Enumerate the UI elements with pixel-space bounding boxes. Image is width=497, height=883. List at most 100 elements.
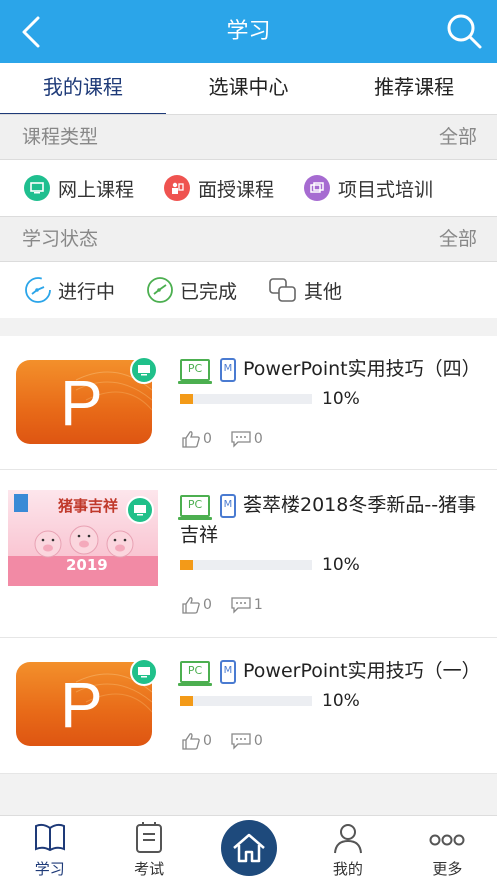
comment-icon (231, 597, 251, 614)
course-type-all-button[interactable]: 全部 (439, 115, 477, 159)
online-course-badge-icon (126, 496, 154, 524)
course-title: PowerPoint实用技巧（一） (243, 660, 481, 682)
comment-button[interactable]: 0 (230, 430, 263, 448)
filter-other[interactable]: 其他 (268, 262, 342, 318)
ppt-letter: P (60, 367, 103, 439)
tab-study[interactable]: 学习 (0, 816, 99, 883)
progress-fill (180, 394, 194, 404)
like-button[interactable]: 0 (181, 430, 212, 448)
list-bottom-spacer (0, 774, 497, 815)
mobile-tag-icon: M (220, 660, 236, 684)
exam-icon (136, 822, 163, 853)
tab-exam-label: 考试 (134, 860, 165, 878)
tab-recommended[interactable]: 推荐课程 (331, 63, 497, 114)
filter-project-training-label: 项目式培训 (338, 178, 434, 201)
tab-home[interactable] (199, 816, 298, 883)
home-icon (232, 833, 265, 863)
in-progress-icon (25, 277, 51, 303)
course-title: PowerPoint实用技巧（四） (243, 358, 481, 380)
pc-tag-icon: PC (178, 359, 212, 384)
bottom-tab-bar: 学习 考试 我的 更多 (0, 815, 497, 883)
like-button[interactable]: 0 (181, 732, 212, 750)
home-button[interactable] (220, 820, 277, 876)
progress-percent: 10% (322, 691, 360, 711)
book-icon (34, 823, 65, 852)
tab-more-label: 更多 (432, 860, 463, 878)
like-count: 0 (203, 733, 212, 749)
section-divider (0, 318, 497, 336)
completed-icon (147, 277, 173, 303)
course-stats: 0 1 (181, 596, 281, 614)
course-stats: 0 0 (181, 732, 281, 750)
course-item[interactable]: P PC M PowerPoint实用技巧（一） 10% 0 0 (0, 638, 497, 774)
tab-study-label: 学习 (34, 860, 65, 878)
comment-count: 1 (253, 597, 263, 613)
other-icon (269, 278, 296, 302)
page-title: 学习 (226, 19, 271, 44)
tab-mine[interactable]: 我的 (298, 816, 397, 883)
course-type-header: 课程类型 全部 (0, 114, 497, 160)
study-status-label: 学习状态 (22, 228, 99, 250)
classroom-icon (164, 175, 190, 201)
filter-classroom-course[interactable]: 面授课程 (164, 160, 274, 216)
more-icon (429, 834, 465, 846)
tab-my-courses[interactable]: 我的课程 (0, 63, 166, 116)
progress-bar (180, 394, 312, 404)
tab-mine-label: 我的 (332, 860, 363, 878)
filter-other-label: 其他 (304, 280, 343, 303)
filter-online-course-label: 网上课程 (58, 178, 135, 201)
platform-tags: PC M (178, 358, 236, 384)
online-course-badge-icon (130, 356, 158, 384)
search-icon[interactable] (445, 12, 483, 50)
filter-in-progress-label: 进行中 (58, 280, 116, 303)
course-thumbnail: P (16, 356, 158, 444)
progress-fill (180, 696, 194, 706)
comment-button[interactable]: 1 (230, 596, 263, 614)
mobile-tag-icon: M (220, 358, 236, 382)
filter-classroom-course-label: 面授课程 (198, 178, 275, 201)
study-status-header: 学习状态 全部 (0, 216, 497, 262)
filter-project-training[interactable]: 项目式培训 (304, 160, 433, 216)
like-count: 0 (203, 597, 212, 613)
course-thumbnail: 猪事吉祥 2019 (8, 490, 158, 586)
course-tabs: 我的课程 选课中心 推荐课程 (0, 63, 497, 116)
app-header: 学习 (0, 0, 497, 63)
comment-icon (231, 431, 251, 448)
pc-tag-icon: PC (178, 661, 212, 686)
comment-count: 0 (253, 431, 263, 447)
filter-completed[interactable]: 已完成 (146, 262, 237, 318)
thumbs-up-icon (182, 431, 200, 448)
study-status-filters: 进行中 已完成 其他 (0, 262, 497, 318)
course-type-filters: 网上课程 面授课程 项目式培训 (0, 160, 497, 216)
filter-online-course[interactable]: 网上课程 (24, 160, 134, 216)
progress-percent: 10% (322, 389, 360, 409)
ppt-letter: P (60, 669, 103, 741)
course-title: 荟萃楼2018冬季新品--猪事吉祥 (180, 494, 477, 546)
monitor-icon (24, 175, 50, 201)
tab-exam[interactable]: 考试 (99, 816, 198, 883)
comment-count: 0 (253, 733, 263, 749)
progress-bar (180, 696, 312, 706)
progress-fill (180, 560, 194, 570)
tab-course-center[interactable]: 选课中心 (166, 63, 332, 114)
course-item[interactable]: P PC M PowerPoint实用技巧（四） 10% 0 0 (0, 336, 497, 470)
like-button[interactable]: 0 (181, 596, 212, 614)
course-type-label: 课程类型 (22, 126, 99, 148)
course-thumbnail: P (16, 658, 158, 746)
thumbnail-year: 2019 (66, 556, 108, 574)
comment-icon (231, 733, 251, 750)
comment-button[interactable]: 0 (230, 732, 263, 750)
thumbs-up-icon (182, 597, 200, 614)
user-icon (333, 824, 362, 854)
tab-more[interactable]: 更多 (398, 816, 497, 883)
course-stats: 0 0 (181, 430, 281, 448)
project-icon (304, 175, 330, 201)
course-item[interactable]: 猪事吉祥 2019 PC M 荟萃楼2018冬季新品--猪事吉祥 10% 0 1 (0, 470, 497, 638)
platform-tags: PC M (178, 660, 236, 686)
progress-percent: 10% (322, 555, 360, 575)
progress-bar (180, 560, 312, 570)
filter-in-progress[interactable]: 进行中 (24, 262, 115, 318)
online-course-badge-icon (130, 658, 158, 686)
like-count: 0 (203, 431, 212, 447)
study-status-all-button[interactable]: 全部 (439, 217, 477, 261)
